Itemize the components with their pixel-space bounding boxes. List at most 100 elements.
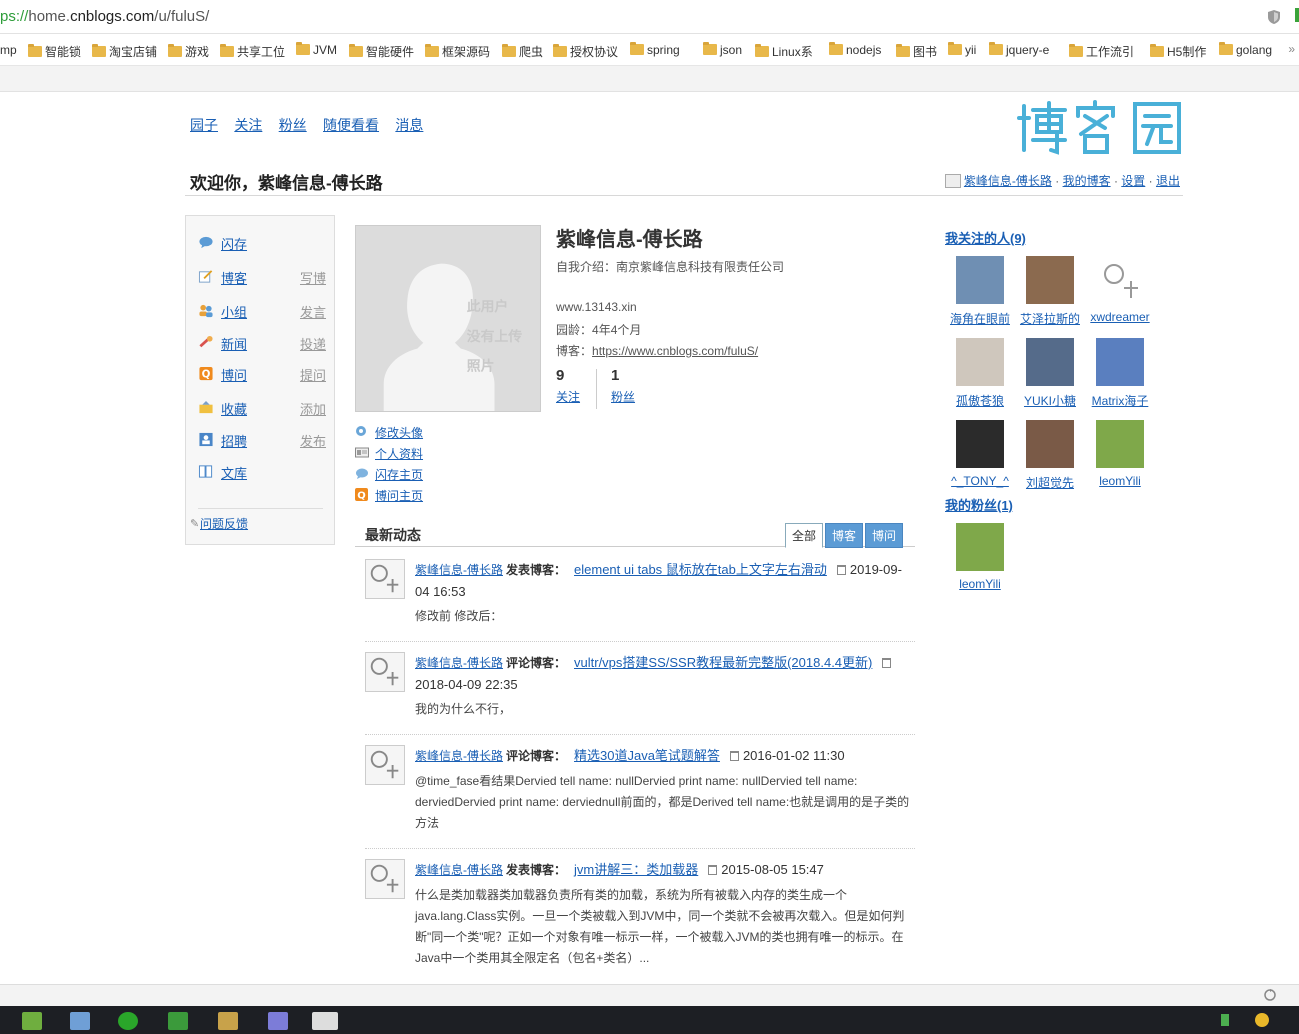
settings-link[interactable]: 设置 [1121,174,1145,188]
bookmark-item[interactable]: 工作流引 [1069,43,1134,60]
delete-icon[interactable] [882,658,892,668]
user-name-link[interactable]: 海角在眼前 [950,312,1010,326]
bookmark-item[interactable]: jquery-e [989,42,1049,57]
tab-all[interactable]: 全部 [784,523,823,548]
user-avatar[interactable] [1026,420,1074,468]
followed-user[interactable]: leomYili [1089,420,1151,488]
author-link[interactable]: 紫峰信息-傅长路 [415,563,503,577]
tab-ask[interactable]: 博问 [864,523,903,548]
followers-stat[interactable]: 1 粉丝 [611,367,635,405]
user-name-link[interactable]: YUKI小糖 [1024,394,1076,408]
sidebar-item-action[interactable]: 添加 [300,399,326,418]
sidebar-item-action[interactable]: 发言 [300,302,326,321]
bookmark-item[interactable]: nodejs [829,42,881,57]
my-blog-link[interactable]: 我的博客 [1063,174,1111,188]
user-avatar[interactable] [1096,338,1144,386]
shield-icon[interactable] [1267,9,1281,25]
sidebar-item-label[interactable]: 招聘 [221,431,247,450]
quicklink-flash-home[interactable]: 闪存主页 [355,466,423,487]
delete-icon[interactable] [729,751,739,761]
quicklink-profile[interactable]: 个人资料 [355,445,423,466]
sidebar-item-label[interactable]: 博客 [221,268,247,287]
user-name-link[interactable]: leomYili [1099,474,1141,488]
sidebar-item[interactable]: 博客 写博 [198,268,326,286]
cnblogs-logo[interactable] [1015,100,1183,155]
taskbar-app-icon[interactable] [22,1012,42,1030]
post-title-link[interactable]: element ui tabs 鼠标放在tab上文字左右滑动 [574,562,827,577]
sidebar-item-label[interactable]: 新闻 [221,334,247,353]
user-name-link[interactable]: 刘超觉先 [1026,476,1074,490]
taskbar-app-icon[interactable] [218,1012,238,1030]
bookmark-item[interactable]: 淘宝店铺 [92,43,157,60]
bookmark-item[interactable]: spring [630,42,680,57]
quicklink-label[interactable]: 闪存主页 [375,468,423,482]
author-link[interactable]: 紫峰信息-傅长路 [415,863,503,877]
followed-user[interactable]: 艾泽拉斯的 [1019,256,1081,327]
user-avatar[interactable] [956,420,1004,468]
taskbar-app-icon[interactable] [312,1012,338,1030]
battery-icon[interactable] [1221,1014,1229,1026]
user-avatar[interactable] [1096,256,1144,304]
bookmark-item[interactable]: 授权协议 [553,43,618,60]
author-link[interactable]: 紫峰信息-傅长路 [415,656,503,670]
sidebar-item[interactable]: 文库 [198,463,326,481]
following-link[interactable]: 关注 [556,388,580,405]
taskbar-app-icon[interactable] [70,1012,90,1030]
post-title-link[interactable]: jvm讲解三：类加载器 [574,862,698,877]
address-bar[interactable]: ps://home.cnblogs.com/u/fuluS/ [0,0,1299,34]
bookmark-item[interactable]: 共享工位 [220,43,285,60]
author-avatar[interactable] [365,559,405,599]
followed-user[interactable]: leomYili [949,523,1011,591]
quicklink-edit-avatar[interactable]: 修改头像 [355,424,423,445]
bookmark-item[interactable]: 智能锁 [28,43,81,60]
bookmark-item[interactable]: json [703,42,742,57]
sidebar-item-label[interactable]: 博问 [221,365,247,384]
author-avatar[interactable] [365,745,405,785]
author-avatar[interactable] [365,652,405,692]
sidebar-item-action[interactable]: 提问 [300,365,326,384]
following-stat[interactable]: 9 关注 [556,367,580,405]
user-name-link[interactable]: ^_TONY_^ [951,474,1009,488]
sidebar-item-action[interactable]: 发布 [300,431,326,450]
nav-link-messages[interactable]: 消息 [395,117,423,133]
followed-user[interactable]: ^_TONY_^ [949,420,1011,488]
url-text[interactable]: ps://home.cnblogs.com/u/fuluS/ [0,8,209,25]
followers-heading[interactable]: 我的粉丝(1) [945,495,1013,514]
bookmark-item[interactable]: yii [948,42,976,57]
delete-icon[interactable] [708,865,718,875]
followed-user[interactable]: 刘超觉先 [1019,420,1081,491]
tray-icon[interactable] [1255,1013,1269,1027]
user-name-link[interactable]: xwdreamer [1090,310,1149,324]
quicklink-label[interactable]: 个人资料 [375,447,423,461]
nav-link-followers[interactable]: 粉丝 [279,117,307,133]
followers-link[interactable]: 粉丝 [611,388,635,405]
wechat-icon[interactable] [118,1012,138,1030]
sidebar-item-label[interactable]: 文库 [221,463,247,482]
sidebar-item[interactable]: 小组 发言 [198,302,326,320]
bookmark-item[interactable]: mp [0,43,17,57]
bookmarks-overflow-button[interactable]: » [1288,42,1295,56]
followed-user[interactable]: 孤傲苍狼 [949,338,1011,409]
user-name-link[interactable]: 孤傲苍狼 [956,394,1004,408]
sidebar-item-label[interactable]: 小组 [221,302,247,321]
quicklink-label[interactable]: 修改头像 [375,426,423,440]
bookmark-item[interactable]: H5制作 [1150,43,1206,60]
taskbar-app-icon[interactable] [168,1012,188,1030]
sidebar-item[interactable]: 收藏 添加 [198,399,326,417]
sidebar-item-label[interactable]: 闪存 [221,234,247,253]
taskbar-app-icon[interactable] [268,1012,288,1030]
followed-user[interactable]: 海角在眼前 [949,256,1011,327]
user-avatar[interactable] [956,523,1004,571]
sidebar-item-label[interactable]: 收藏 [221,399,247,418]
bookmark-item[interactable]: Linux系 [755,43,813,60]
quicklink-ask-home[interactable]: Q 博问主页 [355,487,423,508]
tab-blog[interactable]: 博客 [824,523,863,548]
post-title-link[interactable]: 精选30道Java笔试题解答 [574,748,720,763]
nav-link-random[interactable]: 随便看看 [323,117,379,133]
followed-user[interactable]: YUKI小糖 [1019,338,1081,409]
blog-url-link[interactable]: https://www.cnblogs.com/fuluS/ [592,344,758,358]
user-name-link[interactable]: 紫峰信息-傅长路 [964,174,1052,188]
refresh-icon[interactable] [1263,988,1277,1002]
followed-user[interactable]: Matrix海子 [1089,338,1151,409]
user-avatar[interactable] [1026,338,1074,386]
